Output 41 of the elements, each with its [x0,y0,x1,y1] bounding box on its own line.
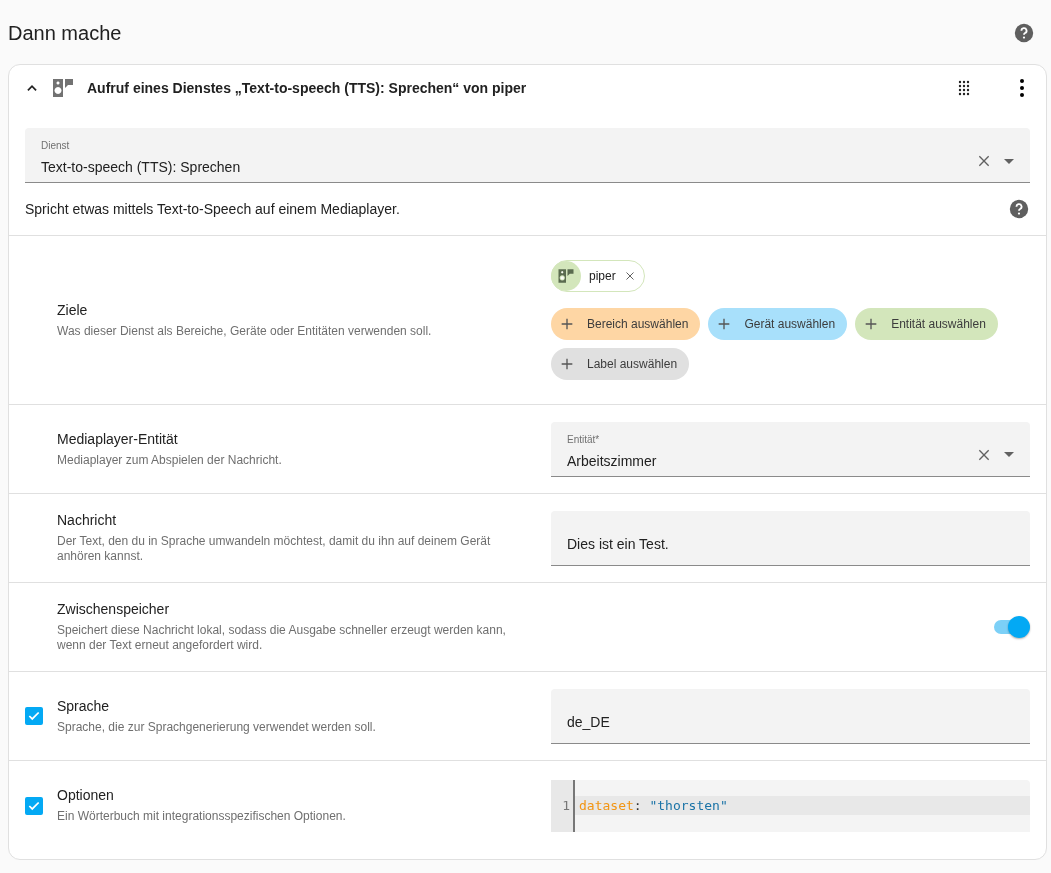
checkmark-icon [27,709,41,723]
action-title: Aufruf eines Dienstes „Text-to-speech (TTS): Sprechen“ von piper [87,80,528,96]
speaker-icon [557,267,575,285]
chip-label: piper [589,269,616,283]
service-description: Spricht etwas mittels Text-to-Speech auf einem Mediaplayer. [25,201,400,217]
field-name: Optionen [57,787,115,803]
entity-select-field[interactable]: Entität* Arbeitszimmer [551,421,1030,477]
dropdown-caret-icon[interactable] [1004,158,1014,164]
help-icon[interactable] [1008,198,1030,220]
field-description: Ein Wörterbuch mit integrationsspezifischen Optionen. [57,809,347,824]
toggle-switch[interactable] [994,616,1030,638]
text-input-field[interactable]: Dies ist ein Test. [551,510,1030,566]
field-name: Sprache [57,697,111,714]
service-select-field[interactable]: Dienst Text-to-speech (TTS): Sprechen [25,128,1030,183]
add-target-button[interactable]: Entität auswählen [855,308,998,340]
field-name: Nachricht [57,512,118,528]
field-description: Was dieser Dienst als Bereiche, Geräte oder Entitäten verwenden soll. [57,323,433,339]
target-chip[interactable]: piper [551,260,645,292]
line-number: 1 [561,797,571,815]
field-description: Der Text, den du in Sprache umwandeln möchtest, damit du ihn auf deinem Gerät anhören kannst. [57,534,492,564]
add-target-button[interactable]: Bereich auswählen [551,308,701,340]
field-name: Zwischenspeicher [57,601,171,617]
add-target-button[interactable]: Gerät auswählen [708,308,848,340]
field-description: Mediaplayer zum Abspielen der Nachricht. [57,452,283,468]
section-title: Dann mache [8,21,122,45]
checkbox[interactable] [25,796,43,815]
checkbox[interactable] [25,707,43,725]
clear-icon[interactable] [976,153,992,169]
plus-icon [559,356,575,372]
dropdown-caret-icon[interactable] [1004,452,1014,457]
field-name: Ziele [57,301,89,318]
code-editor[interactable]: 1 dataset: "thorsten" [551,779,1030,832]
field-name: Mediaplayer-Entität [57,430,179,447]
speaker-icon [51,76,75,100]
plus-icon [559,316,575,332]
field-description: Sprache, die zur Sprachgenerierung verwendet werden soll. [57,719,377,735]
help-icon[interactable] [1013,22,1035,44]
add-target-button[interactable]: Label auswählen [551,348,690,380]
text-input-field[interactable]: de_DE [551,688,1030,744]
remove-icon[interactable] [623,270,636,282]
field-description: Speichert diese Nachricht lokal, sodass die Ausgabe schneller erzeugt werden kann, wenn der Text erneut angefordert wird. [57,623,507,653]
